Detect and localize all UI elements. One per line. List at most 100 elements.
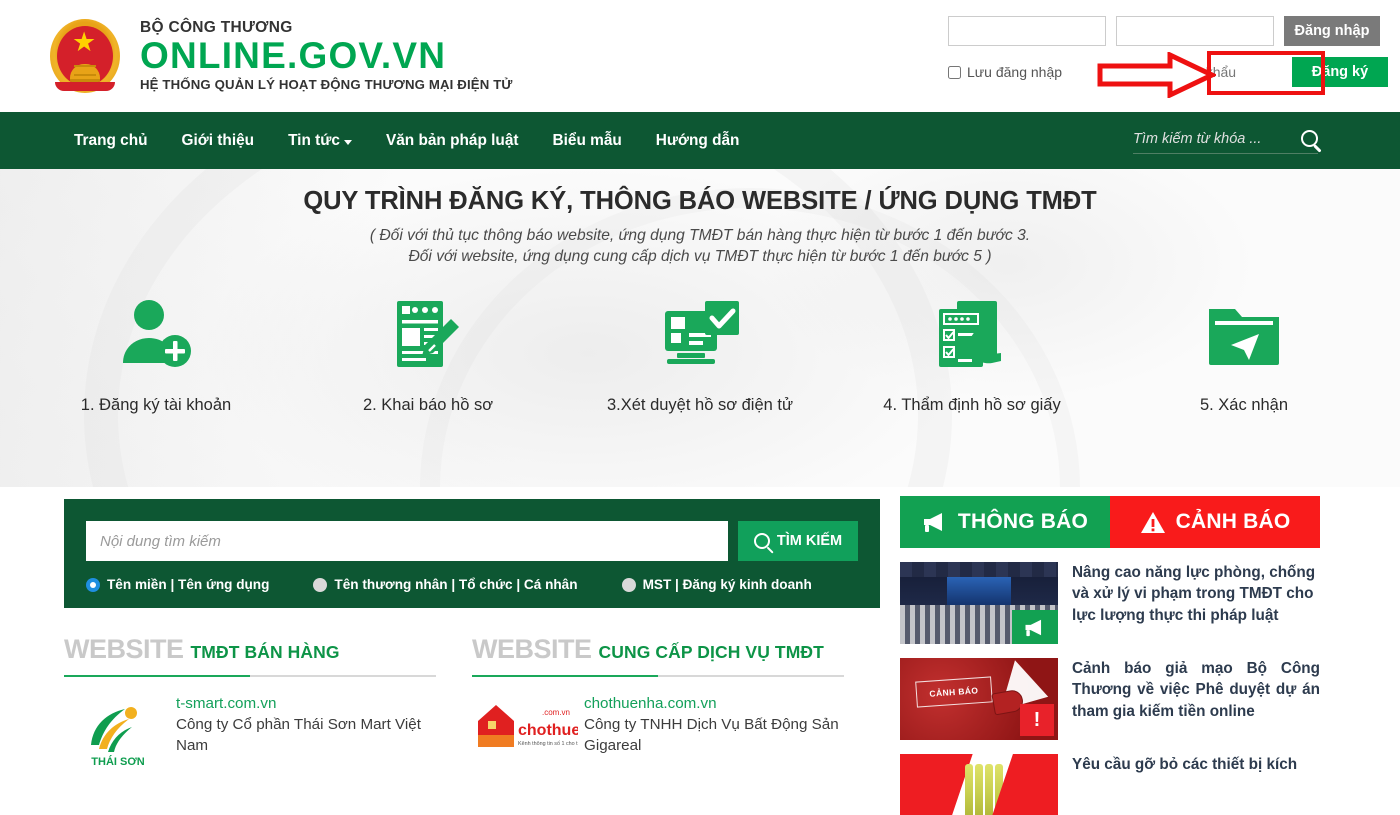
hero-banner: QUY TRÌNH ĐĂNG KÝ, THÔNG BÁO WEBSITE / Ứ… — [0, 169, 1400, 487]
nav-item-1[interactable]: Giới thiệu — [182, 132, 255, 150]
svg-text:.com.vn: .com.vn — [542, 708, 570, 717]
nav-item-4[interactable]: Biểu mẫu — [553, 132, 622, 150]
password-input[interactable] — [1116, 16, 1274, 46]
nav-item-label: Hướng dẫn — [655, 131, 740, 149]
right-column: THÔNG BÁO CẢNH BÁO Nâng cao năng lực phò… — [900, 487, 1400, 815]
document-edit-icon — [385, 290, 471, 382]
radio-indicator[interactable] — [86, 577, 100, 592]
thai-son-logo-icon: THÁI SƠN — [64, 695, 172, 769]
process-step-3: 3.Xét duyệt hồ sơ điện tử — [564, 290, 836, 415]
remember-me-input[interactable] — [948, 65, 961, 79]
section-divider — [64, 675, 436, 677]
key-icon: 🔑 — [1116, 59, 1141, 84]
news-item[interactable]: Nâng cao năng lực phòng, chống và xử lý … — [900, 562, 1320, 644]
search-icon[interactable] — [1301, 130, 1318, 147]
website-section-0: WEBSITE TMĐT BÁN HÀNG THÁI SƠN t-smart.com.… — [64, 634, 472, 769]
nav-item-5[interactable]: Hướng dẫn — [656, 132, 740, 150]
nav-item-2[interactable]: Tin tức — [288, 132, 352, 150]
svg-text:THÁI SƠN: THÁI SƠN — [91, 755, 144, 768]
news-item[interactable]: CẢNH BÁO ! Cảnh báo giả mạo Bộ Công Thươ… — [900, 658, 1320, 740]
search-option-label: Tên miền | Tên ứng dụng — [107, 577, 270, 592]
tab-thong-bao[interactable]: THÔNG BÁO — [900, 496, 1110, 548]
website-header-word: WEBSITE — [472, 634, 592, 664]
svg-text:Kênh thông tin số 1 cho thuê n: Kênh thông tin số 1 cho thuê nhà — [518, 741, 578, 747]
process-step-2-label: 2. Khai báo hồ sơ — [362, 395, 494, 414]
radio-indicator[interactable] — [313, 577, 328, 592]
login-button[interactable]: Đăng nhập — [1284, 16, 1380, 46]
news-item-title: Yêu cầu gỡ bỏ các thiết bị kích — [1072, 756, 1298, 773]
conference-photo-thumbnail — [900, 562, 1058, 644]
forgot-password-label: quên mật khẩu — [1143, 64, 1237, 80]
search-input[interactable] — [86, 521, 728, 561]
ministry-name: BỘ CÔNG THƯƠNG — [140, 19, 293, 37]
site-tagline: HỆ THỐNG QUẢN LÝ HOẠT ĐỘNG THƯƠNG MẠI ĐI… — [140, 77, 513, 93]
website-domain-link[interactable]: chothuenha.com.vn — [584, 695, 846, 712]
nav-item-label: Tin tức — [288, 131, 340, 149]
website-header-rest: TMĐT BÁN HÀNG — [190, 642, 340, 662]
hero-subtitle-line1: ( Đối với thủ tục thông báo website, ứng… — [369, 227, 1031, 244]
forgot-password-link[interactable]: 🔑 quên mật khẩu — [1117, 60, 1292, 84]
svg-text:chothuenha: chothuenha — [518, 722, 578, 739]
news-item[interactable]: Yêu cầu gỡ bỏ các thiết bị kích — [900, 754, 1320, 815]
warning-triangle-icon — [1140, 511, 1165, 533]
left-column: TÌM KIẾM Tên miền | Tên ứng dụng Tên thươ… — [0, 487, 900, 815]
canh-bao-photo-thumbnail: CẢNH BÁO ! — [900, 658, 1058, 740]
sidebar-tabs: THÔNG BÁO CẢNH BÁO — [900, 496, 1320, 548]
process-step-5: 5. Xác nhận — [1108, 290, 1380, 415]
radio-indicator[interactable] — [621, 577, 636, 592]
search-option-0[interactable]: Tên miền | Tên ứng dụng — [86, 577, 269, 592]
bottles-photo-thumbnail — [900, 754, 1058, 815]
nav-item-0[interactable]: Trang chủ — [74, 132, 148, 150]
news-item-title: Cảnh báo giả mạo Bộ Công Thương về việc … — [1072, 660, 1320, 720]
search-panel: TÌM KIẾM Tên miền | Tên ứng dụng Tên thươ… — [64, 499, 880, 608]
nav-item-label: Văn bản pháp luật — [385, 131, 519, 149]
folder-send-icon — [1201, 290, 1287, 382]
clipboard-hand-icon — [929, 290, 1015, 382]
chothuenha-logo-icon: .com.vn chothuenha Kênh thông tin số 1 cho… — [472, 695, 580, 769]
process-step-1-label: 1. Đăng ký tài khoản — [80, 395, 232, 414]
main-navigation: Trang chủ Giới thiệu Tin tức Văn bản pháp l… — [0, 112, 1400, 169]
website-section-header: WEBSITE CUNG CẤP DỊCH VỤ TMĐT — [472, 634, 880, 675]
register-button[interactable]: Đăng ký — [1292, 57, 1388, 87]
process-step-4: 4. Thẩm định hồ sơ giấy — [836, 290, 1108, 415]
username-input[interactable] — [948, 16, 1106, 46]
tab-canh-bao[interactable]: CẢNH BÁO — [1110, 496, 1320, 548]
canh-bao-thumb-label: CẢNH BÁO — [914, 676, 993, 709]
website-company-name: Công ty Cổ phần Thái Sơn Mart Việt Nam — [176, 716, 421, 754]
website-domain-link[interactable]: t-smart.com.vn — [176, 695, 438, 712]
search-submit-button[interactable]: TÌM KIẾM — [738, 521, 858, 561]
hero-title: QUY TRÌNH ĐĂNG KÝ, THÔNG BÁO WEBSITE / Ứ… — [303, 187, 1097, 215]
website-list-item[interactable]: .com.vn chothuenha Kênh thông tin số 1 cho… — [472, 695, 880, 769]
website-section-header: WEBSITE TMĐT BÁN HÀNG — [64, 634, 472, 675]
chevron-down-icon — [343, 139, 352, 145]
process-step-3-label: 3.Xét duyệt hồ sơ điện tử — [606, 395, 794, 414]
process-step-1: 1. Đăng ký tài khoản — [20, 290, 292, 415]
site-name: ONLINE.GOV.VN — [140, 35, 447, 77]
nav-item-3[interactable]: Văn bản pháp luật — [386, 132, 519, 150]
search-option-2[interactable]: MST | Đăng ký kinh doanh — [621, 577, 812, 592]
website-company-name: Công ty TNHH Dịch Vụ Bất Động Sản Gigare… — [584, 716, 839, 754]
process-steps: 1. Đăng ký tài khoản 2. Khai báo hồ sơ 3… — [0, 290, 1400, 415]
website-list-item[interactable]: THÁI SƠN t-smart.com.vn Công ty Cổ phần Th… — [64, 695, 472, 769]
search-option-label: Tên thương nhân | Tổ chức | Cá nhân — [334, 577, 578, 592]
megaphone-icon — [923, 513, 942, 532]
remember-me-checkbox[interactable]: Lưu đăng nhập — [948, 64, 1120, 80]
website-item-body: chothuenha.com.vn Công ty TNHH Dịch Vụ Bấ… — [580, 695, 846, 769]
website-section-1: WEBSITE CUNG CẤP DỊCH VỤ TMĐT .com.vn choth… — [472, 634, 880, 769]
hero-subtitle-line2: Đối với website, ứng dụng cung cấp dịch … — [408, 247, 992, 265]
user-add-icon — [113, 290, 199, 382]
site-header: BỘ CÔNG THƯƠNG ONLINE.GOV.VN HỆ THỐNG QU… — [0, 0, 1400, 112]
search-option-1[interactable]: Tên thương nhân | Tổ chức | Cá nhân — [313, 577, 578, 592]
search-submit-label: TÌM KIẾM — [776, 533, 843, 549]
megaphone-badge-icon — [1012, 610, 1058, 644]
process-step-2: 2. Khai báo hồ sơ — [292, 290, 564, 415]
nav-search-input[interactable] — [1133, 130, 1283, 147]
search-option-label: MST | Đăng ký kinh doanh — [642, 577, 812, 592]
nav-search-box[interactable] — [1133, 130, 1318, 154]
nav-item-label: Trang chủ — [74, 131, 148, 149]
brand-block: BỘ CÔNG THƯƠNG ONLINE.GOV.VN HỆ THỐNG QU… — [0, 17, 513, 95]
main-content: TÌM KIẾM Tên miền | Tên ứng dụng Tên thươ… — [0, 487, 1400, 815]
website-header-word: WEBSITE — [64, 634, 184, 664]
login-block: Đăng nhập Lưu đăng nhập 🔑 quên mật khẩu … — [948, 16, 1388, 87]
hero-subtitle: ( Đối với thủ tục thông báo website, ứng… — [0, 226, 1400, 268]
